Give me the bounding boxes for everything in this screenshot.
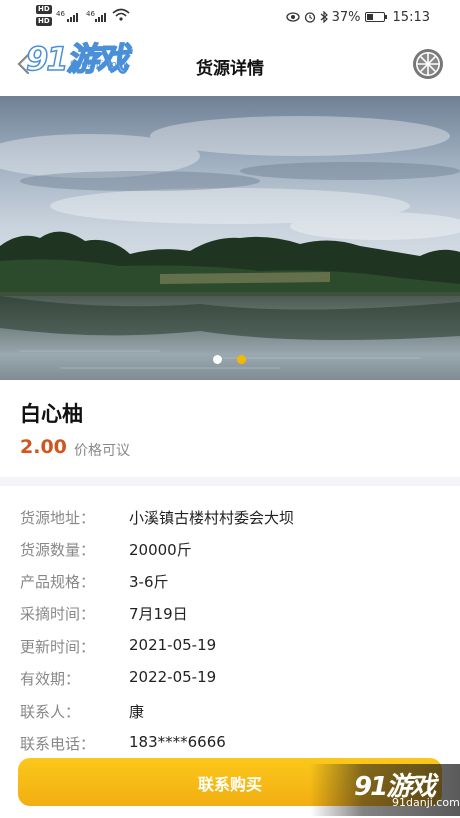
network-indicators: HD HD 46 46: [36, 5, 136, 29]
system-status: 37% 15:13: [285, 8, 430, 26]
watermark-overlay: 91游戏 91danji.com: [310, 764, 460, 816]
detail-row-update-time: 更新时间： 2021-05-19: [0, 630, 460, 662]
price-negotiable-note: 价格可议: [74, 443, 130, 459]
detail-value: 7月19日: [129, 605, 188, 623]
app-header: 91游戏 91danji.com 货源详情: [0, 32, 460, 96]
detail-label: 货源地址：: [20, 509, 96, 527]
detail-row-phone: 联系电话： 183****6666: [0, 727, 460, 759]
detail-value: 3-6斤: [129, 573, 169, 591]
section-divider: [0, 477, 460, 486]
product-image-carousel[interactable]: [0, 96, 460, 380]
watermark-url: 91danji.com: [392, 796, 460, 809]
citrus-slice-icon[interactable]: [412, 48, 444, 80]
lake-landscape-image: [0, 96, 460, 380]
eye-icon: [285, 12, 300, 22]
detail-row-quantity: 货源数量： 20000斤: [0, 533, 460, 565]
detail-label: 产品规格：: [20, 573, 96, 591]
signal-icon: 46: [56, 10, 78, 22]
detail-row-address: 货源地址： 小溪镇古楼村村委会大坝: [0, 501, 460, 533]
detail-value: 2021-05-19: [129, 636, 217, 654]
detail-row-valid-until: 有效期： 2022-05-19: [0, 662, 460, 694]
status-bar: HD HD 46 46 37% 15:13: [0, 0, 460, 32]
product-price: 2.00: [20, 436, 67, 458]
product-name: 白心柚: [20, 402, 83, 426]
clock: 15:13: [392, 9, 430, 25]
battery-percent: 37%: [331, 9, 361, 25]
wifi-icon: [112, 8, 130, 21]
detail-value[interactable]: 183****6666: [129, 733, 226, 751]
detail-label: 更新时间：: [20, 638, 96, 656]
detail-value: 2022-05-19: [129, 668, 217, 686]
detail-row-contact: 联系人： 康: [0, 695, 460, 727]
detail-row-spec: 产品规格： 3-6斤: [0, 565, 460, 597]
hd-badge: HD: [36, 5, 52, 14]
battery-icon: [364, 12, 387, 22]
detail-label: 有效期：: [20, 670, 81, 688]
detail-value: 小溪镇古楼村村委会大坝: [129, 509, 295, 527]
network-type: 46: [86, 10, 95, 18]
alarm-icon: [304, 12, 315, 23]
detail-row-harvest-time: 采摘时间： 7月19日: [0, 597, 460, 629]
bluetooth-icon: [320, 11, 328, 23]
detail-label: 货源数量：: [20, 541, 96, 559]
detail-value: 康: [129, 703, 145, 721]
page-title: 货源详情: [196, 59, 264, 79]
detail-label: 联系人：: [20, 703, 81, 721]
carousel-dot-1[interactable]: [213, 355, 222, 364]
detail-value: 20000斤: [129, 541, 192, 559]
network-type: 46: [56, 10, 65, 18]
detail-label: 联系电话：: [20, 735, 96, 753]
hd-badge: HD: [36, 17, 52, 26]
carousel-dot-2-active[interactable]: [237, 355, 246, 364]
detail-label: 采摘时间：: [20, 605, 96, 623]
